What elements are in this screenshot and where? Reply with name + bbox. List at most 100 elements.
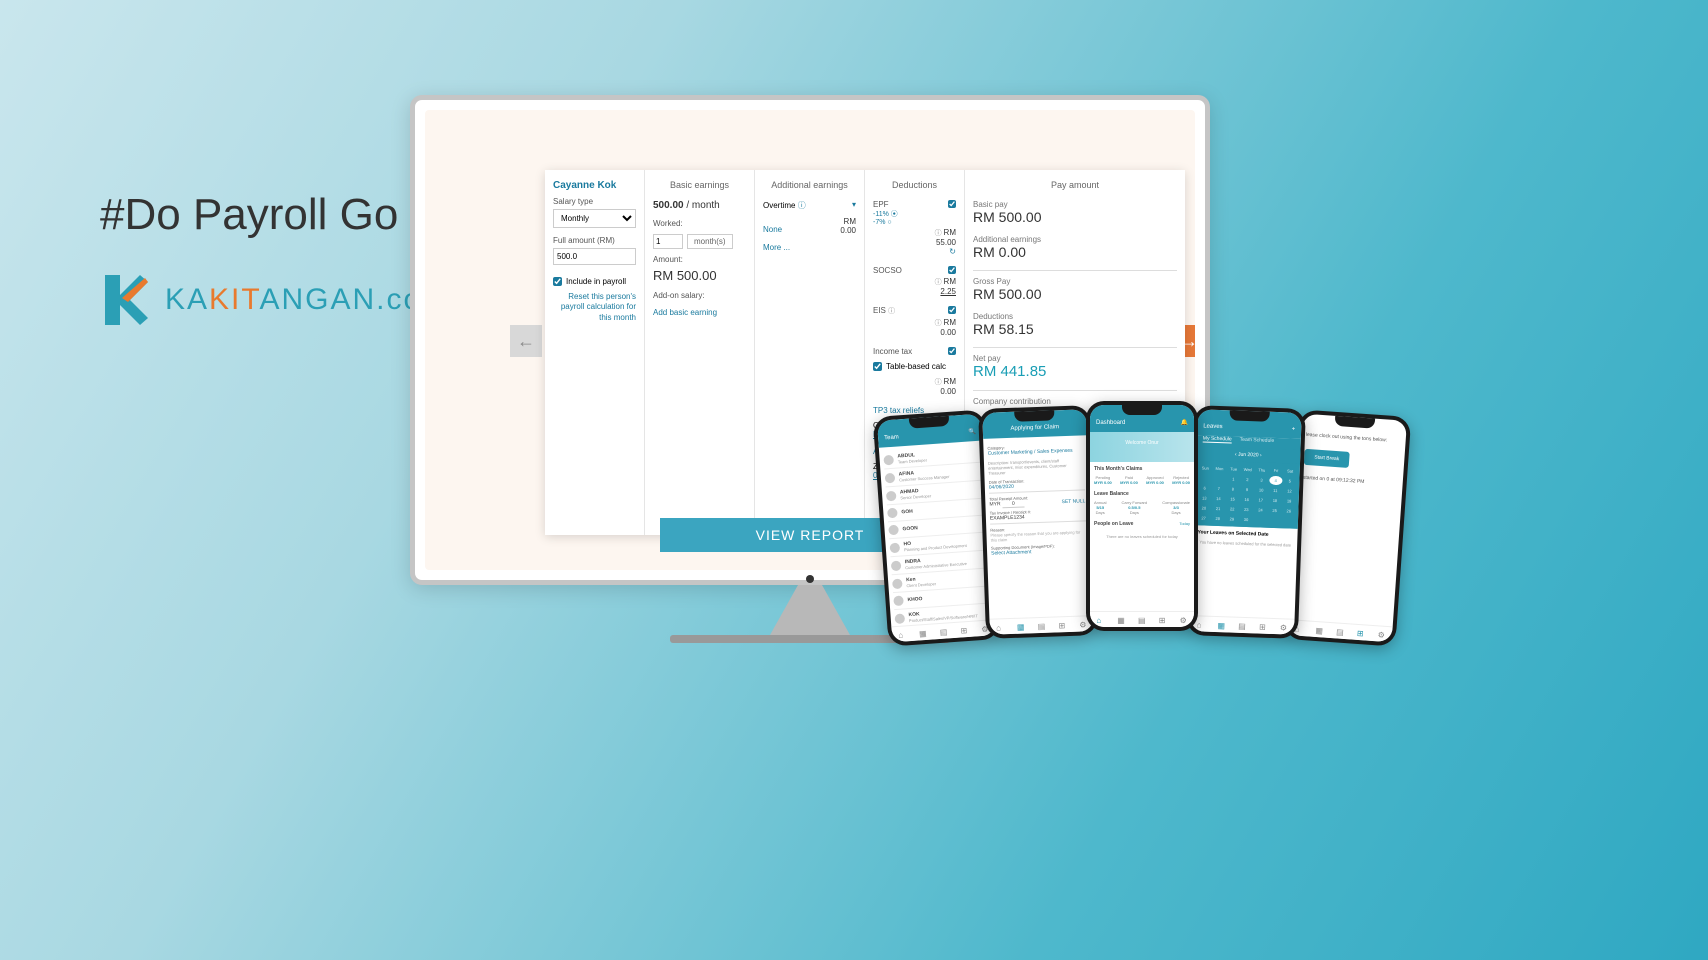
calendar-day[interactable]: 18 [1268, 496, 1281, 505]
eis-checkbox[interactable] [948, 306, 956, 314]
worked-label: Worked: [653, 219, 746, 228]
phone-mockups: Team🔍 ABDULTeam DeveloperAFINACustomer S… [880, 405, 1440, 685]
leave-stat: Carry Forward0.5/0.5Days [1122, 500, 1148, 515]
calendar-day[interactable]: 29 [1225, 514, 1238, 523]
calendar-day[interactable] [1282, 516, 1295, 525]
basic-pay-value: RM 500.00 [973, 209, 1177, 225]
worked-unit: month(s) [687, 234, 733, 249]
calendar-day[interactable]: 28 [1211, 514, 1224, 523]
calendar-day[interactable]: 30 [1239, 515, 1252, 524]
deductions-header: Deductions [873, 180, 956, 190]
calendar-day[interactable]: 23 [1240, 505, 1253, 514]
calendar-day[interactable]: 4 [1269, 476, 1282, 485]
calendar-day[interactable] [1268, 516, 1281, 525]
calendar-day[interactable]: 5 [1283, 476, 1296, 485]
avatar-icon [889, 542, 900, 553]
socso-checkbox[interactable] [948, 266, 956, 274]
deductions-value: RM 58.15 [973, 321, 1177, 337]
prev-arrow[interactable]: ← [510, 325, 542, 357]
full-amount-input[interactable] [553, 248, 636, 265]
avatar-icon [892, 578, 903, 589]
hero-tagline: #Do Payroll Go [100, 190, 449, 240]
avatar-icon [894, 613, 905, 624]
deductions-label: Deductions [973, 312, 1177, 321]
phone-dashboard: Dashboard🔔 Welcome Onur This Month's Cla… [1086, 401, 1198, 631]
salary-type-select[interactable]: Monthly [553, 209, 636, 228]
avatar-icon [893, 595, 904, 606]
calendar-day[interactable]: 3 [1255, 475, 1268, 484]
overtime-label: Overtime ⓘ [763, 200, 806, 211]
webcam-icon [806, 575, 814, 583]
avatar-icon [888, 525, 899, 536]
claim-title: Applying for Claim [1010, 424, 1059, 432]
calendar-day[interactable]: 27 [1197, 513, 1210, 522]
calendar-day[interactable]: 25 [1268, 506, 1281, 515]
calendar-day[interactable]: 10 [1254, 485, 1267, 494]
overtime-none[interactable]: None [763, 225, 782, 235]
calendar-day[interactable]: 24 [1254, 505, 1267, 514]
calendar-day[interactable]: 13 [1198, 493, 1211, 502]
gross-pay-label: Gross Pay [973, 277, 1177, 286]
employee-name: Cayanne Kok [553, 180, 636, 191]
additional-earnings-value: RM 0.00 [973, 244, 1177, 260]
clock-in-time: started on 0 at 09:12:32 PM [1298, 470, 1403, 492]
bottom-nav[interactable]: ⌂▦▤⊞⚙ [1190, 615, 1294, 635]
calendar-day[interactable]: 19 [1282, 496, 1295, 505]
bottom-nav[interactable]: ⌂▦▤⊞⚙ [989, 615, 1093, 635]
leaves-title: Leaves [1203, 423, 1223, 430]
brand-logo: KAKITANGAN.com [100, 270, 449, 330]
logo-icon [100, 270, 150, 330]
eis-label: EIS ⓘ [873, 306, 956, 316]
basic-earnings-header: Basic earnings [653, 180, 746, 190]
calendar-day[interactable] [1212, 474, 1225, 483]
calendar-day[interactable]: 15 [1226, 494, 1239, 503]
calendar-day[interactable]: 21 [1211, 504, 1224, 513]
bell-icon[interactable]: 🔔 [1181, 419, 1188, 426]
avatar-icon [886, 490, 897, 501]
income-tax-checkbox[interactable] [948, 347, 956, 355]
calendar-day[interactable]: 1 [1227, 474, 1240, 483]
calendar-day[interactable]: 9 [1240, 485, 1253, 494]
avatar-icon [885, 472, 896, 483]
calendar-day[interactable]: 22 [1226, 504, 1239, 513]
calendar-day[interactable]: 8 [1226, 484, 1239, 493]
calendar-day[interactable]: 11 [1269, 486, 1282, 495]
table-calc-checkbox[interactable] [873, 362, 882, 371]
more-earnings-link[interactable]: More ... [763, 243, 856, 252]
calendar-day[interactable]: 12 [1283, 486, 1296, 495]
calendar-day[interactable] [1198, 473, 1211, 482]
basic-pay-label: Basic pay [973, 200, 1177, 209]
calendar-day[interactable]: 6 [1198, 483, 1211, 492]
avatar-icon [883, 454, 894, 465]
start-break-button[interactable]: Start Break [1304, 449, 1350, 468]
calendar-day[interactable]: 20 [1197, 503, 1210, 512]
leave-stat: Annual5/15Days [1094, 500, 1106, 515]
add-icon[interactable]: + [1292, 427, 1296, 433]
calendar-day[interactable]: 26 [1282, 506, 1295, 515]
calendar-day[interactable]: 7 [1212, 484, 1225, 493]
set-null-button[interactable]: SET NULL [1061, 498, 1085, 505]
add-basic-earning-link[interactable]: Add basic earning [653, 308, 746, 317]
additional-earnings-header: Additional earnings [763, 180, 856, 190]
team-schedule-tab[interactable]: Team Schedule [1240, 437, 1275, 445]
logo-text: KAKITANGAN.com [165, 283, 449, 317]
worked-input[interactable] [653, 234, 683, 249]
search-icon[interactable]: 🔍 [968, 428, 976, 436]
gross-pay-value: RM 500.00 [973, 286, 1177, 302]
calendar-day[interactable]: 16 [1240, 495, 1253, 504]
reset-calculation-link[interactable]: Reset this person's payroll calculation … [553, 292, 636, 323]
calendar-day[interactable] [1253, 515, 1266, 524]
bottom-nav[interactable]: ⌂▦▤⊞⚙ [1090, 611, 1194, 627]
calendar-day[interactable]: 2 [1241, 475, 1254, 484]
claim-stat: RejectedMYR 0.00 [1172, 475, 1190, 485]
include-payroll-checkbox[interactable] [553, 277, 562, 286]
calendar-day[interactable]: 17 [1254, 495, 1267, 504]
amount-label: Amount: [653, 255, 746, 264]
team-title: Team [884, 434, 899, 441]
my-schedule-tab[interactable]: My Schedule [1203, 435, 1232, 443]
epf-checkbox[interactable] [948, 200, 956, 208]
net-pay-value: RM 441.85 [973, 363, 1177, 380]
bottom-nav[interactable]: ⌂▦▤⊞⚙ [1288, 619, 1393, 642]
calendar-day[interactable]: 14 [1212, 494, 1225, 503]
dashboard-title: Dashboard [1096, 420, 1125, 426]
